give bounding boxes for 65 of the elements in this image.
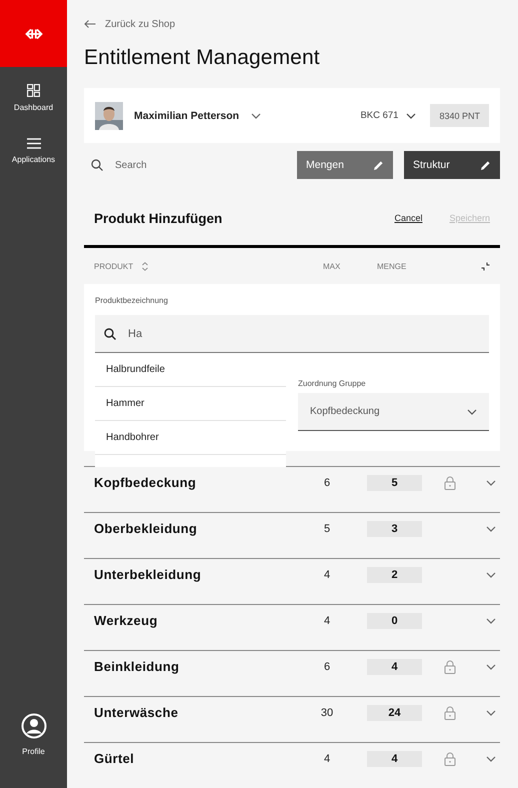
- amount-field[interactable]: 5: [367, 474, 422, 490]
- chevron-down-icon: [406, 112, 416, 118]
- category-name: Oberbekleidung: [94, 521, 198, 536]
- page-title: Entitlement Management: [84, 46, 321, 71]
- amount-field[interactable]: 24: [367, 704, 422, 720]
- points-badge: 8340 PNT: [430, 104, 489, 127]
- chevron-down-icon: [251, 112, 262, 118]
- max-value: 6: [322, 660, 332, 672]
- max-value: 4: [322, 614, 332, 626]
- max-value: 5: [322, 522, 332, 534]
- field-label: Zuordnung Gruppe: [298, 379, 367, 388]
- category-name: Werkzeug: [94, 613, 159, 628]
- search-icon: [91, 159, 103, 171]
- chevron-down-icon: [486, 710, 496, 716]
- column-header: MENGE: [377, 262, 406, 270]
- cost-center[interactable]: BKC 671: [360, 110, 398, 121]
- amount-field[interactable]: 4: [367, 750, 422, 766]
- pencil-icon: [480, 160, 491, 170]
- max-value: 4: [322, 752, 332, 764]
- amount-field[interactable]: 2: [367, 566, 422, 582]
- profile-icon[interactable]: [20, 713, 46, 739]
- chevron-down-icon: [486, 526, 496, 532]
- group-dropdown[interactable]: Kopfbedeckung: [298, 393, 489, 431]
- suggestion-item[interactable]: Hammer: [95, 387, 286, 421]
- edit-button[interactable]: Mengen: [297, 151, 393, 179]
- column-header: MAX: [323, 262, 340, 270]
- category-name: Beinkleidung: [94, 659, 180, 674]
- amount-field[interactable]: 4: [367, 658, 422, 674]
- field-label: Produktbezeichnung: [95, 296, 169, 306]
- collapse-icon[interactable]: [481, 262, 490, 270]
- nav-label[interactable]: Dashboard: [14, 103, 54, 112]
- chevron-down-icon: [486, 664, 496, 670]
- category-name: Unterwäsche: [94, 705, 180, 720]
- cancel-link[interactable]: Cancel: [394, 213, 422, 223]
- edit-button[interactable]: Struktur: [404, 151, 500, 179]
- user-name[interactable]: Maximilian Petterson: [134, 110, 240, 122]
- max-value: 4: [322, 568, 332, 580]
- chevron-down-icon: [486, 572, 496, 578]
- amount-field[interactable]: 3: [367, 520, 422, 536]
- max-value: 6: [322, 476, 332, 488]
- suggestion-item[interactable]: Halbrundfeile: [95, 353, 286, 387]
- chevron-down-icon: [486, 756, 496, 762]
- suggestion-item[interactable]: Handbohrer: [95, 421, 286, 455]
- menu-icon: [26, 138, 40, 149]
- dashboard-icon: [27, 84, 40, 97]
- max-value: 30: [320, 706, 334, 718]
- amount-field[interactable]: 0: [367, 612, 422, 628]
- category-name: Gürtel: [94, 751, 136, 766]
- nav-label[interactable]: Profile: [22, 747, 45, 756]
- back-link[interactable]: Zurück zu Shop: [105, 18, 176, 30]
- nav-label[interactable]: Applications: [12, 155, 56, 164]
- column-header[interactable]: PRODUKT: [94, 262, 134, 270]
- pencil-icon: [373, 160, 384, 170]
- category-name: Unterbekleidung: [94, 567, 202, 582]
- chevron-down-icon: [486, 618, 496, 624]
- search-field[interactable]: Search: [115, 160, 147, 170]
- back-arrow-icon[interactable]: [84, 20, 96, 28]
- sort-icon[interactable]: [142, 262, 148, 270]
- chevron-down-icon: [467, 408, 477, 414]
- chevron-down-icon: [486, 480, 496, 486]
- category-name: Kopfbedeckung: [94, 475, 198, 490]
- double-arrow-logo-icon: [24, 28, 42, 38]
- section-title: Produkt Hinzufügen: [94, 210, 224, 226]
- product-input-field[interactable]: Ha: [95, 315, 489, 353]
- search-icon: [104, 328, 116, 340]
